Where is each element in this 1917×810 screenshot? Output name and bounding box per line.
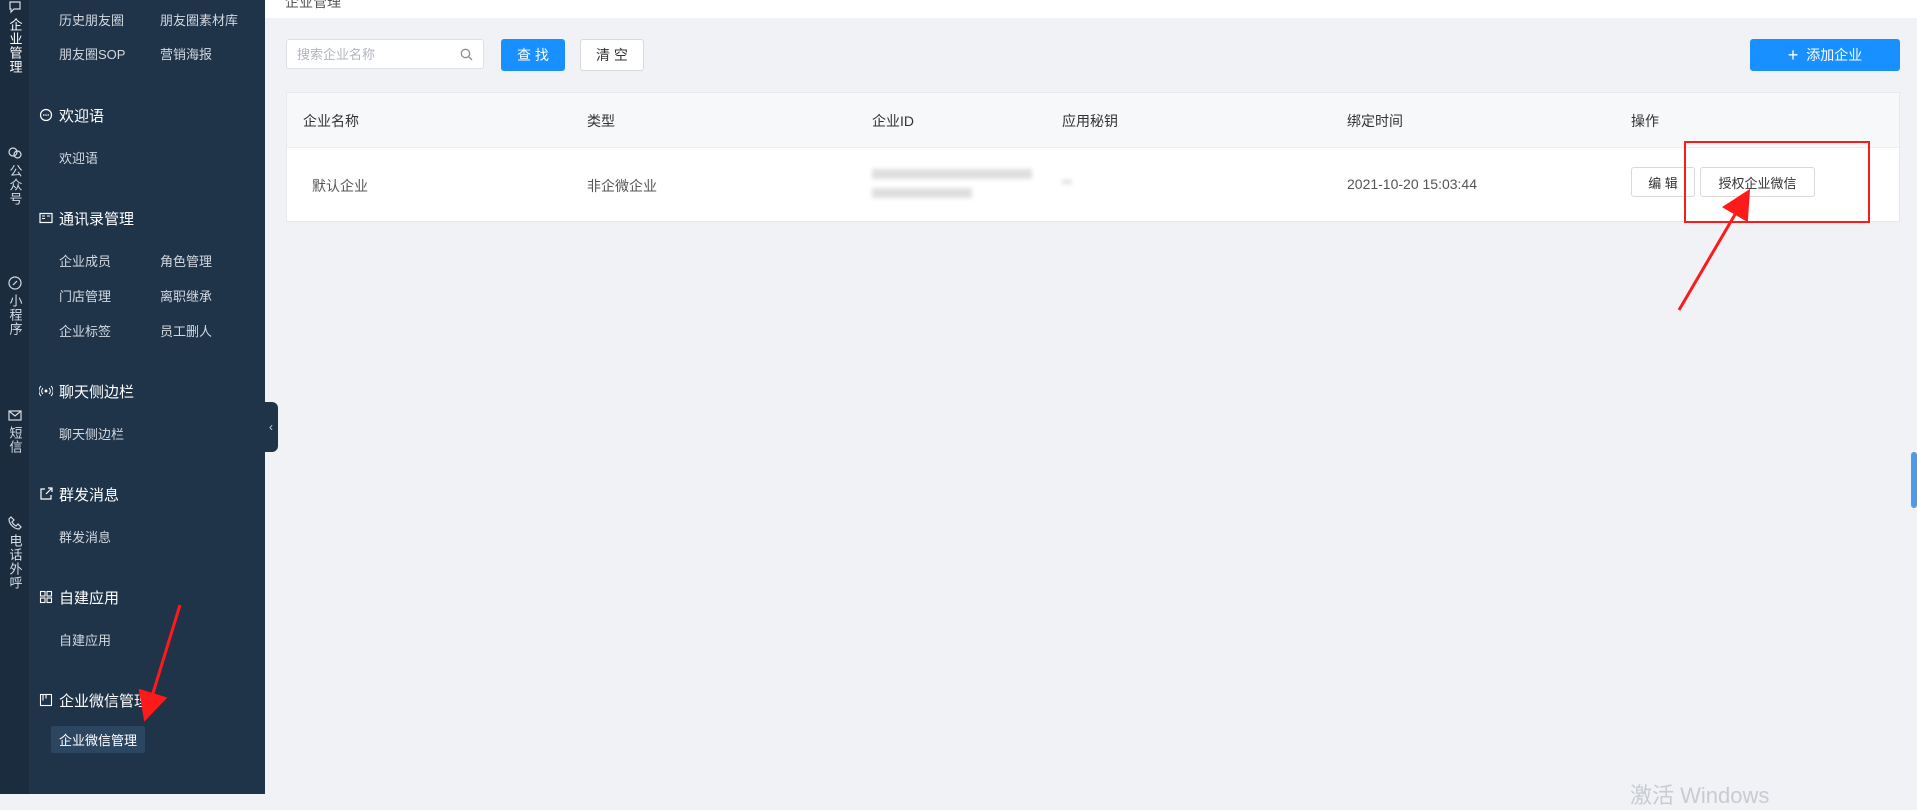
plus-icon: + (1787, 45, 1799, 65)
column-header-name: 企业名称 (303, 113, 359, 129)
annotation-highlight-box (1684, 141, 1870, 223)
sidebar-link-history-moments[interactable]: 历史朋友圈 (59, 10, 124, 29)
topbar: 企业管理 (265, 0, 1917, 18)
rail-label: 电话外呼 (7, 534, 23, 590)
icon-rail: 企业管理 公众号 小程序 短信 电话外呼 (0, 0, 29, 794)
sidebar-link-marketing-poster[interactable]: 营销海报 (160, 44, 212, 63)
sidebar-link-moments-library[interactable]: 朋友圈素材库 (160, 10, 238, 29)
sidebar-link-stores[interactable]: 门店管理 (59, 286, 111, 305)
phone-icon (7, 516, 22, 530)
scrollbar[interactable] (1911, 452, 1917, 508)
sidebar-group-title: 企业微信管理 (59, 692, 150, 710)
chat-icon (8, 1, 21, 14)
sidebar-group-welcome[interactable]: 欢迎语 (39, 104, 104, 126)
sidebar-link-tags[interactable]: 企业标签 (59, 321, 111, 340)
sidebar-link-custom-app[interactable]: 自建应用 (59, 630, 111, 649)
cell-secret-redacted (1062, 180, 1072, 184)
sidebar-link-members[interactable]: 企业成员 (59, 251, 111, 270)
sidebar-group-title: 群发消息 (59, 486, 120, 504)
sidebar: 历史朋友圈 朋友圈素材库 朋友圈SOP 营销海报 欢迎语 欢迎语 通讯录管理 企… (29, 0, 265, 794)
search-box (286, 39, 484, 69)
sidebar-group-contacts[interactable]: 通讯录管理 (39, 207, 134, 229)
rail-label: 公众号 (7, 164, 23, 206)
chevron-left-icon: ‹ (269, 420, 273, 434)
rail-item-enterprise[interactable]: 企业管理 (0, 0, 29, 74)
add-enterprise-label: 添加企业 (1806, 47, 1863, 63)
panel-icon (39, 693, 53, 707)
mail-icon (7, 410, 22, 421)
contact-card-icon (39, 212, 53, 224)
sidebar-group-title: 自建应用 (59, 589, 120, 607)
cell-corp-id-redacted (872, 188, 972, 198)
column-header-corp-id: 企业ID (872, 113, 914, 129)
sidebar-link-moments-sop[interactable]: 朋友圈SOP (59, 44, 125, 63)
sidebar-link-resign-inherit[interactable]: 离职继承 (160, 286, 212, 305)
link-icon (7, 276, 22, 290)
chat-bubble-icon (39, 108, 53, 122)
rail-label: 小程序 (7, 294, 23, 336)
rail-item-phone[interactable]: 电话外呼 (0, 516, 29, 590)
cell-corp-id-redacted (872, 169, 1032, 179)
broadcast-icon (39, 385, 53, 397)
column-header-bind-time: 绑定时间 (1347, 113, 1403, 129)
clear-button[interactable]: 清 空 (580, 39, 644, 71)
rail-item-sms[interactable]: 短信 (0, 408, 29, 454)
sidebar-link-staff-delete[interactable]: 员工删人 (160, 321, 212, 340)
rail-item-mini-program[interactable]: 小程序 (0, 276, 29, 336)
enterprise-table: 企业名称 类型 企业ID 应用秘钥 绑定时间 操作 默认企业 非企微企业 202… (286, 92, 1900, 222)
column-header-type: 类型 (587, 113, 615, 129)
send-icon (40, 487, 53, 500)
sidebar-group-wecom-manage[interactable]: 企业微信管理 (39, 689, 149, 711)
grid-icon (39, 590, 53, 604)
sidebar-group-title: 通讯录管理 (59, 210, 135, 228)
sidebar-link-welcome[interactable]: 欢迎语 (59, 148, 98, 167)
column-header-secret: 应用秘钥 (1062, 113, 1118, 129)
wechat-icon (7, 147, 22, 159)
add-enterprise-button[interactable]: + 添加企业 (1750, 39, 1900, 71)
rail-label: 短信 (7, 426, 23, 454)
sidebar-link-mass-message[interactable]: 群发消息 (59, 527, 111, 546)
search-button[interactable]: 查 找 (501, 39, 565, 71)
sidebar-link-roles[interactable]: 角色管理 (160, 251, 212, 270)
cell-bind-time: 2021-10-20 15:03:44 (1347, 176, 1477, 192)
cell-type: 非企微企业 (587, 178, 657, 194)
search-input[interactable] (287, 40, 447, 68)
sidebar-group-title: 欢迎语 (59, 107, 105, 125)
table-header: 企业名称 类型 企业ID 应用秘钥 绑定时间 操作 (287, 93, 1899, 148)
sidebar-link-wecom-manage[interactable]: 企业微信管理 (51, 726, 146, 753)
cell-name: 默认企业 (312, 178, 368, 194)
rail-item-official-account[interactable]: 公众号 (0, 146, 29, 206)
sidebar-group-mass-message[interactable]: 群发消息 (39, 483, 119, 505)
sidebar-collapse-button[interactable]: ‹ (264, 402, 278, 452)
column-header-actions: 操作 (1631, 113, 1659, 129)
search-icon[interactable] (460, 48, 473, 61)
sidebar-link-chat-sidebar[interactable]: 聊天侧边栏 (59, 424, 124, 443)
windows-activation-watermark: 激活 Windows (1630, 783, 1770, 808)
rail-label: 企业管理 (7, 18, 23, 74)
sidebar-group-chat-sidebar[interactable]: 聊天侧边栏 (39, 380, 134, 402)
breadcrumb: 企业管理 (285, 0, 341, 10)
sidebar-group-title: 聊天侧边栏 (59, 383, 135, 401)
sidebar-group-custom-app[interactable]: 自建应用 (39, 586, 119, 608)
